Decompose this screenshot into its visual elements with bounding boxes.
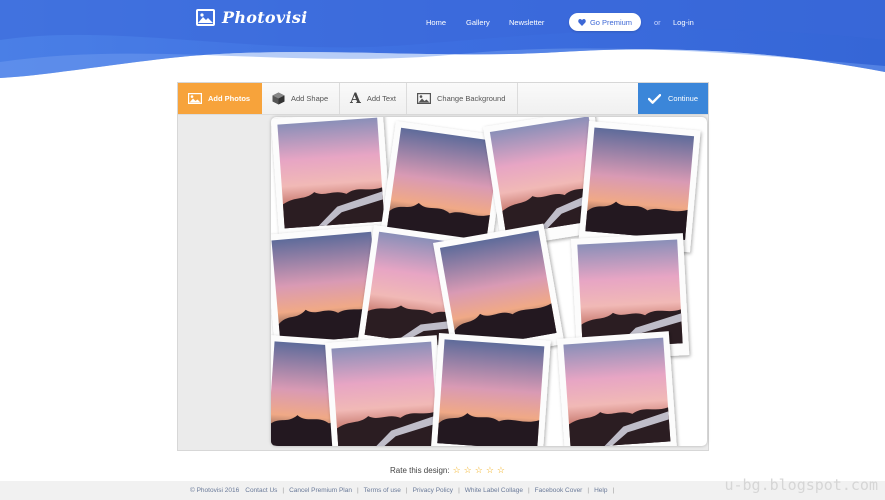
header-wave-background <box>0 0 885 82</box>
add-shape-button[interactable]: Add Shape <box>262 83 340 114</box>
footer-link-help[interactable]: Help <box>594 487 607 494</box>
add-text-label: Add Text <box>366 94 396 103</box>
logo-text: Photovisi <box>222 8 308 27</box>
go-premium-button[interactable]: Go Premium <box>569 13 641 31</box>
or-text: or <box>654 18 661 27</box>
background-image-icon <box>417 93 431 104</box>
star-icon[interactable]: ☆ <box>464 466 472 475</box>
continue-button[interactable]: Continue <box>638 83 708 114</box>
change-background-label: Change Background <box>437 94 506 103</box>
rating-widget: Rate this design: ☆ ☆ ☆ ☆ ☆ <box>390 466 505 476</box>
image-icon <box>188 93 202 104</box>
change-background-button[interactable]: Change Background <box>407 83 518 114</box>
continue-label: Continue <box>668 94 699 103</box>
add-photos-button[interactable]: Add Photos <box>178 83 262 114</box>
rate-label: Rate this design: <box>390 466 450 475</box>
editor-toolbar: Add Photos Add Shape A Add Text Change B… <box>178 83 708 115</box>
add-shape-label: Add Shape <box>291 94 329 103</box>
footer-link-facebook-cover[interactable]: Facebook Cover <box>535 487 583 494</box>
collage-photos <box>271 117 707 446</box>
cube-icon <box>272 92 285 105</box>
collage-editor: Add Photos Add Shape A Add Text Change B… <box>177 82 709 451</box>
photo-logo-icon <box>196 9 215 26</box>
collage-canvas[interactable] <box>271 117 707 446</box>
footer-links: © Photovisi 2016 Contact Us | Cancel Pre… <box>190 487 615 494</box>
logo[interactable]: Photovisi <box>196 8 308 27</box>
nav-home-link[interactable]: Home <box>426 18 446 27</box>
nav-newsletter-link[interactable]: Newsletter <box>509 18 544 27</box>
footer-link-privacy[interactable]: Privacy Policy <box>413 487 453 494</box>
footer-link-white-label[interactable]: White Label Collage <box>465 487 523 494</box>
login-link[interactable]: Log-in <box>673 18 694 27</box>
watermark-text: u-bg.blogspot.com <box>724 476 878 494</box>
heart-icon <box>578 18 586 26</box>
add-text-button[interactable]: A Add Text <box>340 83 407 114</box>
footer-link-cancel-premium[interactable]: Cancel Premium Plan <box>289 487 352 494</box>
text-a-icon: A <box>350 90 361 107</box>
go-premium-label: Go Premium <box>589 17 633 27</box>
nav-gallery-link[interactable]: Gallery <box>466 18 490 27</box>
star-icon[interactable]: ☆ <box>486 466 494 475</box>
copyright-text: © Photovisi 2016 <box>190 487 240 494</box>
star-icon[interactable]: ☆ <box>475 466 483 475</box>
checkmark-icon <box>648 93 661 104</box>
site-header: Photovisi Home Gallery Newsletter Go Pre… <box>0 0 885 82</box>
add-photos-label: Add Photos <box>208 94 251 103</box>
star-icon[interactable]: ☆ <box>497 466 505 475</box>
star-icon[interactable]: ☆ <box>453 466 461 475</box>
footer-link-contact[interactable]: Contact Us <box>245 487 277 494</box>
footer-link-terms[interactable]: Terms of use <box>364 487 401 494</box>
